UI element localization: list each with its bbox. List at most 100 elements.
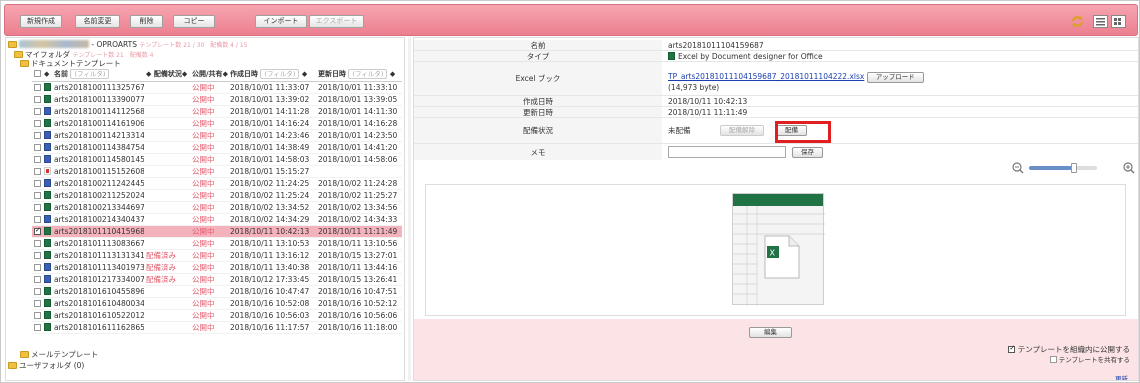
row-checkbox[interactable] (34, 179, 41, 187)
table-row[interactable]: arts20181001151526084 公開中 2018/10/01 15:15… (32, 165, 402, 178)
row-checkbox[interactable] (34, 263, 41, 271)
edit-button[interactable]: 編集 (749, 327, 792, 338)
row-checkbox[interactable] (34, 239, 41, 247)
row-name[interactable]: arts20181001145801451 (52, 153, 144, 166)
refresh-icon[interactable] (1070, 15, 1085, 28)
col-name[interactable]: 名前 (フィルタ) (52, 68, 144, 82)
row-checkbox[interactable] (34, 203, 41, 211)
zoom-slider-handle[interactable] (1071, 163, 1077, 173)
col-updated[interactable]: 更新日時 (フィルタ) ◆ (316, 68, 402, 82)
row-name[interactable]: arts20181002112520240 (52, 189, 144, 202)
row-checkbox[interactable] (34, 107, 41, 115)
created-filter[interactable]: (フィルタ) (260, 69, 300, 80)
table-row[interactable]: arts20181001141125684 公開中 2018/10/01 14:11… (32, 105, 402, 118)
row-name[interactable]: arts20181011134019734 (52, 261, 144, 274)
select-all-checkbox[interactable] (34, 70, 41, 78)
table-row[interactable]: arts20181016104558968 公開中 2018/10/16 10:47… (32, 285, 402, 298)
table-row[interactable]: arts20181002112424455 公開中 2018/10/02 11:24… (32, 177, 402, 190)
rename-button[interactable]: 名前変更 (75, 15, 120, 28)
table-row[interactable]: arts20181011134019734 配備済み 公開中 2018/10/11 1… (32, 261, 402, 274)
table-row[interactable]: arts20181002112520240 公開中 2018/10/02 11:25… (32, 189, 402, 202)
table-row[interactable]: arts20181012173340072 配備済み 公開中 2018/10/12 1… (32, 273, 402, 286)
table-row[interactable]: arts20181001141619069 公開中 2018/10/01 14:16… (32, 117, 402, 130)
updated-filter[interactable]: (フィルタ) (348, 69, 388, 80)
col-created[interactable]: 作成日時 (フィルタ) ◆ (228, 68, 316, 82)
share-option[interactable]: テンプレートを共有する (1049, 354, 1130, 364)
row-checkbox[interactable] (34, 275, 41, 283)
table-row[interactable]: arts20181011131313411 配備済み 公開中 2018/10/11 1… (32, 249, 402, 262)
zoom-out-icon[interactable] (1012, 162, 1024, 174)
refresh-link[interactable]: 更新 (1115, 373, 1128, 380)
tree-doc-templates[interactable]: ドキュメントテンプレート (20, 59, 121, 68)
tree-mail-templates[interactable]: メールテンプレート (20, 350, 98, 359)
row-name[interactable]: arts20181016105220123 (52, 309, 144, 322)
row-name[interactable]: arts20181016111628657 (52, 321, 144, 334)
tree-root[interactable]: - OPROARTS テンプレート数 21 / 30 配備数 4 / 15 (8, 40, 247, 50)
table-row[interactable]: arts20181001113257676 公開中 2018/10/01 11:33… (32, 81, 402, 94)
export-button[interactable]: エクスポート (309, 15, 364, 28)
row-name[interactable]: arts20181012173340072 (52, 273, 144, 286)
row-name[interactable]: arts20181016104800347 (52, 297, 144, 310)
row-checkbox[interactable] (34, 95, 41, 103)
name-filter[interactable]: (フィルタ) (70, 69, 110, 80)
new-button[interactable]: 新規作成 (20, 15, 62, 28)
upload-button[interactable]: アップロード (866, 72, 924, 83)
table-row[interactable]: arts20181002133446972 公開中 2018/10/02 13:34… (32, 201, 402, 214)
row-checkbox[interactable] (34, 83, 41, 91)
table-row[interactable]: arts20181001142133141 公開中 2018/10/01 14:23… (32, 129, 402, 142)
row-name[interactable]: arts20181001143847546 (52, 141, 144, 154)
row-name[interactable]: arts20181001141619069 (52, 117, 144, 130)
zoom-in-icon[interactable] (1123, 162, 1135, 174)
row-checkbox[interactable] (34, 131, 41, 139)
zoom-slider[interactable] (1029, 163, 1097, 173)
share-checkbox[interactable] (1049, 356, 1057, 363)
table-row[interactable]: arts20181016105220123 公開中 2018/10/16 10:56… (32, 309, 402, 322)
panel-splitter[interactable] (408, 37, 411, 381)
row-name[interactable]: arts20181001113257676 (52, 81, 144, 94)
row-name[interactable]: arts20181001133900773 (52, 93, 144, 106)
table-row[interactable]: arts20181016104800347 公開中 2018/10/16 10:52… (32, 297, 402, 310)
col-deploy[interactable]: ◆ 配備状況◆ (144, 68, 190, 82)
row-name[interactable]: arts20181016104558968 (52, 285, 144, 298)
table-row[interactable]: arts20181011104159687 公開中2018/10/11 10:42… (32, 225, 402, 238)
table-row[interactable]: arts20181011130836675 公開中 2018/10/11 13:10… (32, 237, 402, 250)
row-name[interactable]: arts20181011131313411 (52, 249, 144, 262)
template-file-link[interactable]: TP_arts20181011104159687_20181011104222.… (668, 72, 864, 81)
row-checkbox[interactable] (34, 143, 41, 151)
delete-button[interactable]: 削除 (130, 15, 163, 28)
row-name[interactable]: arts20181011104159687 (52, 225, 144, 238)
row-name[interactable]: arts20181002133446972 (52, 201, 144, 214)
table-row[interactable]: arts20181016111628657 公開中 2018/10/16 11:17… (32, 321, 402, 334)
undeploy-button[interactable]: 配備解除 (720, 125, 764, 136)
table-row[interactable]: arts20181002143404371 公開中 2018/10/02 14:34… (32, 213, 402, 226)
row-name[interactable]: arts20181002143404371 (52, 213, 144, 226)
row-name[interactable]: arts20181001142133141 (52, 129, 144, 142)
list-view-icon[interactable] (1093, 15, 1108, 28)
table-row[interactable]: arts20181001145801451 公開中 2018/10/01 14:58… (32, 153, 402, 166)
row-checkbox[interactable] (34, 323, 41, 331)
row-checkbox[interactable] (34, 311, 41, 319)
row-checkbox[interactable] (34, 251, 41, 259)
row-checkbox[interactable] (34, 167, 41, 175)
row-checkbox[interactable] (34, 226, 41, 235)
tree-user-folder[interactable]: ユーザフォルダ (0) (8, 361, 84, 370)
table-row[interactable]: arts20181001143847546 公開中 2018/10/01 14:38… (32, 141, 402, 154)
grid-view-icon[interactable] (1111, 15, 1126, 28)
copy-button[interactable]: コピー (173, 15, 215, 28)
publish-checkbox[interactable] (1008, 344, 1016, 353)
row-checkbox[interactable] (34, 299, 41, 307)
row-name[interactable]: arts20181001141125684 (52, 105, 144, 118)
row-checkbox[interactable] (34, 191, 41, 199)
table-row[interactable]: arts20181001133900773 公開中 2018/10/01 13:39… (32, 93, 402, 106)
row-checkbox[interactable] (34, 119, 41, 127)
import-button[interactable]: インポート (255, 15, 307, 28)
row-checkbox[interactable] (34, 215, 41, 223)
row-name[interactable]: arts20181011130836675 (52, 237, 144, 250)
sort-icon[interactable]: ◆ (42, 68, 52, 82)
row-checkbox[interactable] (34, 155, 41, 163)
save-button[interactable]: 保存 (792, 146, 823, 158)
row-checkbox[interactable] (34, 287, 41, 295)
row-name[interactable]: arts20181001151526084 (52, 165, 144, 178)
memo-input[interactable] (668, 146, 786, 158)
col-publish[interactable]: 公開/共有◆ (190, 68, 228, 82)
